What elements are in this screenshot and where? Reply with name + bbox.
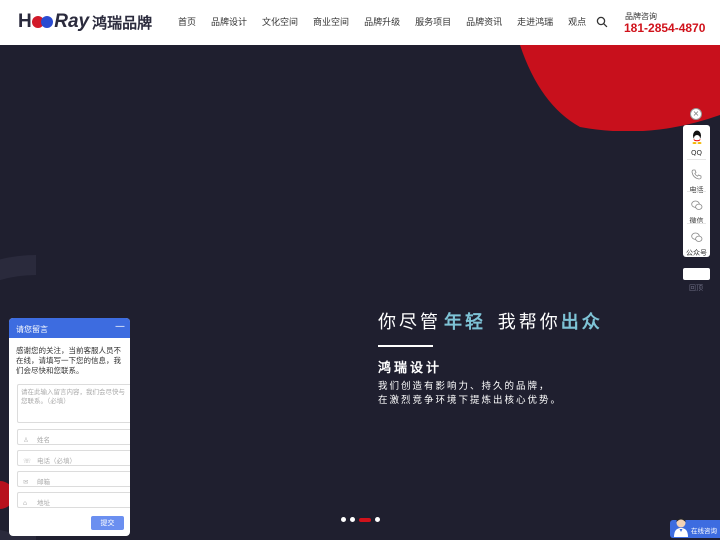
slogan-highlight-outstanding: 出众	[560, 312, 603, 333]
nav-item-about[interactable]: 走进鸿瑞	[517, 15, 553, 28]
back-to-top-label[interactable]: 回顶	[689, 283, 703, 293]
user-icon: ♙	[23, 436, 29, 444]
message-panel-title: 请您留言	[16, 325, 48, 334]
sidebar-label-wechat: 微信	[689, 217, 704, 225]
agent-avatar-icon	[674, 518, 688, 537]
sidebar-divider	[687, 191, 706, 192]
slider-dot[interactable]	[341, 517, 346, 522]
nav-item-services[interactable]: 服务项目	[415, 15, 451, 28]
qq-icon	[692, 130, 701, 144]
email-field[interactable]: ✉ 邮箱	[17, 471, 130, 487]
message-panel-note: 感谢您的关注，当前客服人员不在线，请填写一下您的信息，我们会尽快和您联系。	[16, 346, 121, 375]
name-field-placeholder: 姓名	[37, 436, 50, 444]
hero-description-line-2: 在激烈竞争环境下提炼出核心优势。	[378, 395, 563, 406]
sidebar-divider	[687, 159, 706, 160]
message-panel: 请您留言 — 感谢您的关注，当前客服人员不在线，请填写一下您的信息，我们会尽快和…	[9, 318, 130, 536]
phone-field[interactable]: ☏ 电话（必填）	[17, 450, 130, 466]
logo-wordmark: Ray	[54, 11, 90, 32]
slogan-highlight-young: 年轻	[444, 312, 486, 333]
address-field-placeholder: 地址	[37, 499, 50, 507]
nav-item-brand-design[interactable]: 品牌设计	[211, 15, 247, 28]
red-decor-shape	[520, 45, 720, 131]
sidebar-divider	[687, 223, 706, 224]
hero-description-line-1: 我们创造有影响力、持久的品牌，	[378, 381, 551, 392]
sidebar-label-qq: QQ	[690, 149, 703, 157]
sidebar-close-button[interactable]: ×	[690, 108, 702, 120]
search-icon[interactable]	[596, 16, 608, 28]
logo-circles-icon	[32, 16, 54, 28]
nav-item-viewpoint[interactable]: 观点	[568, 15, 586, 28]
online-chat-button[interactable]: 在线咨询	[670, 518, 720, 538]
slogan-part-1: 你尽管	[378, 312, 441, 333]
minimize-button[interactable]: —	[115, 321, 125, 332]
slogan-part-2: 我帮你	[497, 312, 561, 333]
nav-item-news[interactable]: 品牌资讯	[466, 15, 502, 28]
hero-slogan: 你尽管 年轻 我帮你出众	[378, 308, 603, 334]
slider-dot[interactable]	[375, 517, 380, 522]
address-field[interactable]: ⌂ 地址	[17, 492, 130, 508]
name-field[interactable]: ♙ 姓名	[17, 429, 130, 445]
phone-field-placeholder: 电话（必填）	[37, 457, 76, 465]
slider-dot-active[interactable]	[359, 517, 371, 522]
hero-divider	[378, 345, 433, 347]
logo-chinese: 鸿瑞品牌	[92, 13, 153, 32]
nav-item-culture-space[interactable]: 文化空间	[262, 15, 298, 28]
logo-letter: H	[18, 11, 32, 32]
nav-item-brand-upgrade[interactable]: 品牌升级	[364, 15, 400, 28]
sidebar-item-qq[interactable]: QQ	[683, 129, 710, 157]
message-textarea[interactable]: 请在此输入留言内容，我们会尽快与您联系。（必填）	[17, 384, 130, 423]
site-header: H Ray 鸿瑞品牌 首页 品牌设计 文化空间 商业空间 品牌升级 服务项目 品…	[0, 0, 720, 45]
location-icon: ⌂	[23, 499, 28, 507]
sidebar-label-phone: 电话	[689, 186, 704, 194]
online-chat-label: 在线咨询	[691, 527, 717, 535]
slider-pagination	[341, 517, 380, 522]
phone-icon	[691, 169, 702, 180]
back-to-top-button[interactable]	[683, 268, 710, 280]
mail-icon: ✉	[23, 478, 29, 486]
email-field-placeholder: 邮箱	[37, 478, 50, 486]
main-nav: 首页 品牌设计 文化空间 商业空间 品牌升级 服务项目 品牌资讯 走进鸿瑞 观点	[178, 15, 601, 28]
wechat-icon	[690, 200, 702, 210]
logo[interactable]: H Ray 鸿瑞品牌	[18, 10, 152, 34]
message-panel-header: 请您留言 —	[9, 318, 130, 338]
slider-dot[interactable]	[350, 517, 355, 522]
phone-icon: ☏	[23, 457, 32, 465]
sidebar-item-official-account[interactable]: 公众号	[683, 228, 710, 258]
submit-button[interactable]: 提交	[91, 516, 124, 530]
official-account-icon	[690, 232, 702, 242]
nav-item-home[interactable]: 首页	[178, 15, 196, 28]
sidebar-item-wechat[interactable]: 微信	[683, 196, 710, 226]
hotline-phone[interactable]: 181-2854-4870	[624, 21, 705, 35]
contact-sidebar: QQ 电话 微信 公众号	[683, 125, 710, 257]
hero-title: 鸿瑞设计	[378, 361, 443, 376]
sidebar-label-official-account: 公众号	[686, 249, 707, 257]
nav-item-commercial-space[interactable]: 商业空间	[313, 15, 349, 28]
